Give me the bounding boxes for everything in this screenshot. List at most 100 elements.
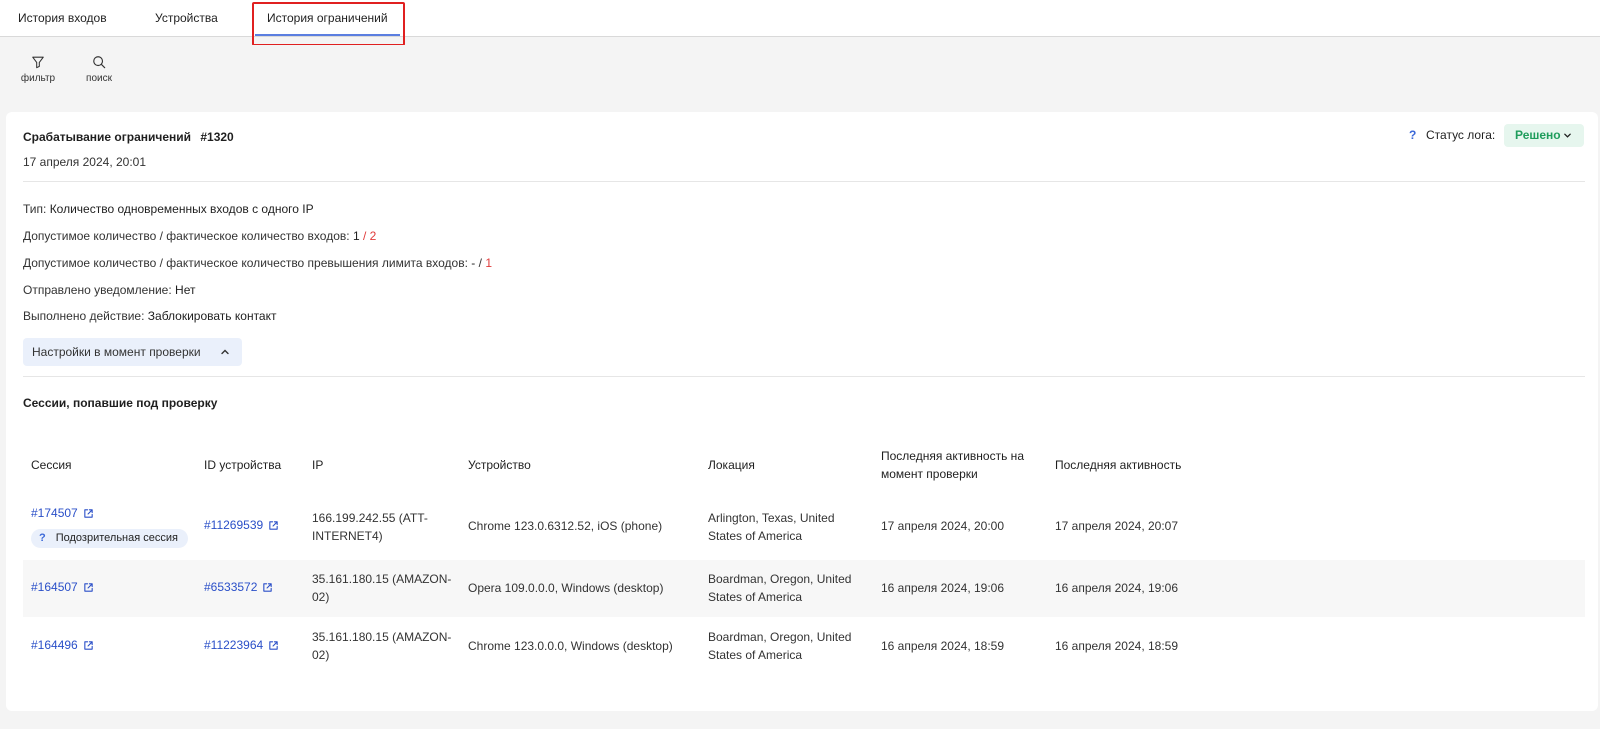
tab-login-history[interactable]: История входов <box>18 0 107 36</box>
divider <box>23 376 1585 377</box>
device-id-link[interactable]: #11269539 <box>204 518 279 532</box>
ip-line2: INTERNET4) <box>312 529 383 543</box>
info-limit: Допустимое количество / фактическое коли… <box>23 256 492 270</box>
session-id: #164507 <box>31 580 78 594</box>
session-link[interactable]: #164496 <box>31 638 94 652</box>
search-label: поиск <box>86 73 112 84</box>
log-title: Срабатывание ограничений #1320 <box>23 130 234 144</box>
limit-allowed: - <box>471 256 476 270</box>
last-active-cell: 16 апреля 2024, 18:59 <box>1055 639 1179 653</box>
info-action: Выполнено действие: Заблокировать контак… <box>23 309 276 323</box>
limit-label: Допустимое количество / фактическое коли… <box>23 256 468 270</box>
logins-separator: / <box>362 229 367 243</box>
logins-actual: 2 <box>369 229 377 243</box>
chevron-down-icon <box>1564 133 1571 138</box>
search-icon <box>93 56 106 69</box>
logins-allowed: 1 <box>352 229 360 243</box>
sessions-title: Сессии, попавшие под проверку <box>23 396 218 410</box>
location-line1: Boardman, Oregon, United <box>708 630 852 644</box>
external-link-icon <box>269 520 278 530</box>
tab-restriction-history[interactable]: История ограничений <box>255 0 400 36</box>
notify-label: Отправлено уведомление: <box>23 283 172 297</box>
badge-label: Подозрительная сессия <box>55 532 178 544</box>
last-active-check-cell: 16 апреля 2024, 18:59 <box>881 639 1005 653</box>
info-type: Тип: Количество одновременных входов с о… <box>23 202 314 216</box>
external-link-icon <box>263 582 273 592</box>
filter-label: фильтр <box>20 73 56 84</box>
limit-actual: 1 <box>485 256 492 270</box>
ip-cell: 166.199.242.55 (ATT- INTERNET4) <box>312 509 428 545</box>
action-value: Заблокировать контакт <box>147 309 277 323</box>
location-cell: Boardman, Oregon, United States of Ameri… <box>708 628 851 664</box>
col-last-active-check-line2: момент проверки <box>881 467 978 481</box>
table-row: #164496 <box>31 638 94 652</box>
chevron-up-icon <box>221 349 229 355</box>
status-dropdown[interactable]: Решено <box>1504 124 1584 147</box>
divider <box>23 181 1585 182</box>
type-value: Количество одновременных входов с одного… <box>49 202 314 216</box>
col-device: Устройство <box>468 458 531 472</box>
settings-at-check-button[interactable]: Настройки в момент проверки <box>23 338 242 366</box>
ip-line2: 02) <box>312 590 330 604</box>
session-id: #174507 <box>31 506 78 520</box>
col-location: Локация <box>708 458 755 472</box>
help-icon[interactable]: ? <box>39 532 46 544</box>
location-line2: States of America <box>708 529 803 543</box>
device-id: #11269539 <box>204 518 264 532</box>
device-cell: Chrome 123.0.6312.52, iOS (phone) <box>468 519 663 533</box>
device-id-link[interactable]: #11223964 <box>204 638 279 652</box>
col-last-active-check-line1: Последняя активность на <box>881 449 1024 463</box>
log-date: 17 апреля 2024, 20:01 <box>23 155 147 169</box>
log-id: #1320 <box>200 130 234 144</box>
external-link-icon <box>84 640 93 650</box>
table-row: #174507 <box>31 506 94 520</box>
log-title-text: Срабатывание ограничений <box>23 130 192 144</box>
ip-line1: 166.199.242.55 (ATT- <box>312 511 428 525</box>
filter-button[interactable]: фильтр <box>13 55 63 84</box>
info-logins: Допустимое количество / фактическое коли… <box>23 229 376 243</box>
session-id: #164496 <box>31 638 78 652</box>
col-session: Сессия <box>31 458 72 472</box>
external-link-icon <box>84 582 93 592</box>
location-cell: Boardman, Oregon, United States of Ameri… <box>708 570 851 606</box>
suspicious-session-badge: ? Подозрительная сессия <box>31 529 188 548</box>
action-label: Выполнено действие: <box>23 309 145 323</box>
device-id-cell: #11223964 <box>204 638 279 652</box>
last-active-check-cell: 17 апреля 2024, 20:00 <box>881 519 1005 533</box>
device-id: #6533572 <box>204 580 258 594</box>
settings-button-label: Настройки в момент проверки <box>32 345 201 359</box>
logins-label: Допустимое количество / фактическое коли… <box>23 229 350 243</box>
type-label: Тип: <box>23 202 47 216</box>
device-id-cell: #11269539 <box>204 518 279 532</box>
col-device-id: ID устройства <box>204 458 282 472</box>
status-help-icon[interactable]: ? <box>1409 128 1416 142</box>
external-link-icon <box>269 640 278 650</box>
location-cell: Arlington, Texas, United States of Ameri… <box>708 509 835 545</box>
search-button[interactable]: поиск <box>74 55 124 84</box>
session-cell: #164507 <box>31 580 94 594</box>
device-id-link[interactable]: #6533572 <box>204 580 273 594</box>
info-notify: Отправлено уведомление: Нет <box>23 283 195 297</box>
ip-line2: 02) <box>312 648 330 662</box>
device-id-cell: #6533572 <box>204 580 273 594</box>
tab-bar: История входов Устройства История ограни… <box>0 0 1600 37</box>
notify-value: Нет <box>175 283 196 297</box>
ip-cell: 35.161.180.15 (AMAZON- 02) <box>312 628 451 664</box>
session-link[interactable]: #164507 <box>31 580 94 594</box>
status-value: Решено <box>1515 128 1561 142</box>
device-cell: Opera 109.0.0.0, Windows (desktop) <box>468 581 664 595</box>
limit-separator: / <box>478 256 482 270</box>
status-label: Статус лога: <box>1426 128 1496 142</box>
ip-line1: 35.161.180.15 (AMAZON- <box>312 572 452 586</box>
device-id: #11223964 <box>204 638 264 652</box>
col-last-active: Последняя активность <box>1055 458 1182 472</box>
ip-line1: 35.161.180.15 (AMAZON- <box>312 630 452 644</box>
location-line2: States of America <box>708 648 803 662</box>
external-link-icon <box>84 508 93 518</box>
location-line1: Arlington, Texas, United <box>708 511 835 525</box>
last-active-check-cell: 16 апреля 2024, 19:06 <box>881 581 1005 595</box>
filter-icon <box>32 56 44 69</box>
col-last-active-check: Последняя активность на момент проверки <box>881 447 1024 483</box>
session-link[interactable]: #174507 <box>31 506 94 520</box>
tab-devices[interactable]: Устройства <box>155 0 218 36</box>
